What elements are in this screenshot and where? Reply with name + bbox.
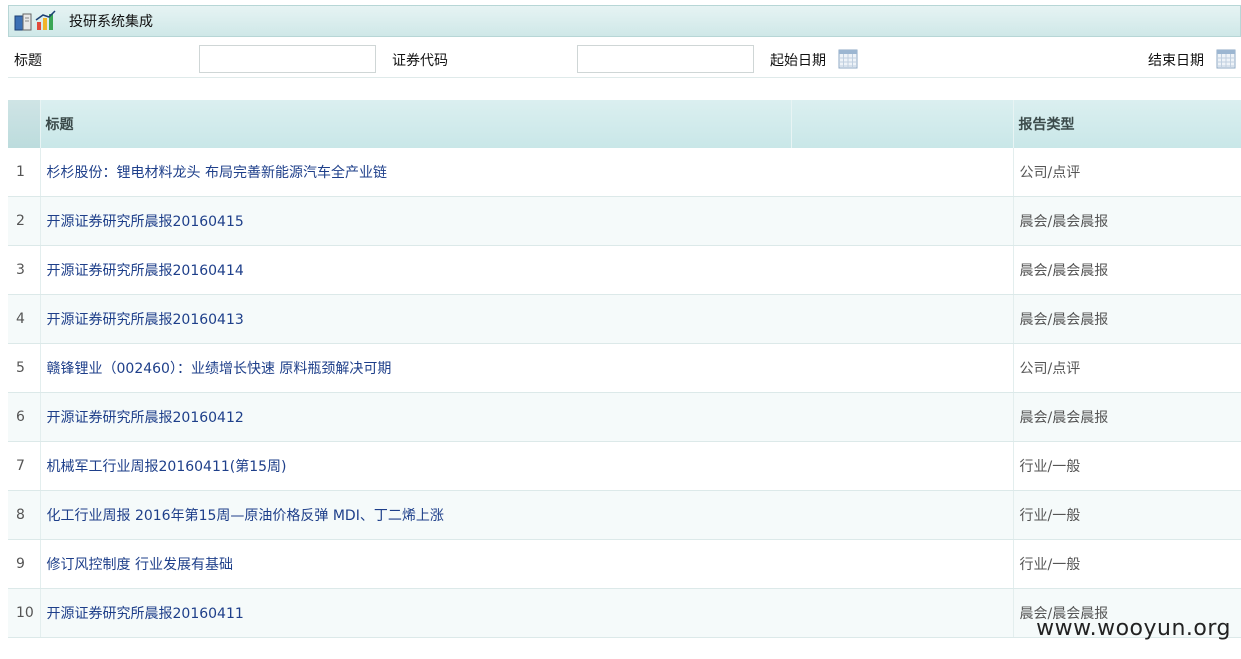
row-number: 10 <box>8 588 41 638</box>
row-number: 2 <box>8 196 41 246</box>
row-number: 3 <box>8 245 41 295</box>
report-title-link[interactable]: 杉杉股份：锂电材料龙头 布局完善新能源汽车全产业链 <box>40 148 1014 197</box>
title-filter-input[interactable] <box>199 45 376 73</box>
row-number: 6 <box>8 392 41 442</box>
type-column-header[interactable]: 报告类型 <box>1013 100 1241 148</box>
table-body: 1 杉杉股份：锂电材料龙头 布局完善新能源汽车全产业链 公司/点评 2 开源证券研究所晨… <box>8 148 1241 638</box>
report-type: 行业/一般 <box>1013 490 1241 540</box>
code-filter-input[interactable] <box>577 45 754 73</box>
table-row[interactable]: 1 杉杉股份：锂电材料龙头 布局完善新能源汽车全产业链 公司/点评 <box>8 148 1241 197</box>
books-chart-icon <box>14 10 56 31</box>
report-type: 公司/点评 <box>1013 343 1241 393</box>
row-number: 7 <box>8 441 41 491</box>
table-row[interactable]: 8 化工行业周报 2016年第15周—原油价格反弹 MDI、丁二烯上涨 行业/一般 <box>8 490 1241 540</box>
report-type: 行业/一般 <box>1013 539 1241 589</box>
row-number: 4 <box>8 294 41 344</box>
report-type: 行业/一般 <box>1013 441 1241 491</box>
report-title-link[interactable]: 修订风控制度 行业发展有基础 <box>40 539 1014 589</box>
report-title-link[interactable]: 开源证券研究所晨报20160415 <box>40 196 1014 246</box>
code-filter-label: 证券代码 <box>392 53 448 69</box>
report-type: 晨会/晨会晨报 <box>1013 294 1241 344</box>
row-number: 9 <box>8 539 41 589</box>
row-number: 1 <box>8 148 41 197</box>
table-row[interactable]: 6 开源证券研究所晨报20160412 晨会/晨会晨报 <box>8 392 1241 442</box>
start-date-label: 起始日期 <box>770 53 826 69</box>
app-title: 投研系统集成 <box>69 14 153 30</box>
spacer-column-header <box>791 100 1014 148</box>
row-number-header <box>8 100 41 148</box>
report-title-link[interactable]: 开源证券研究所晨报20160413 <box>40 294 1014 344</box>
table-header-row: 标题 报告类型 <box>8 100 1241 148</box>
table-row[interactable]: 5 赣锋锂业（002460）：业绩增长快速 原料瓶颈解决可期 公司/点评 <box>8 343 1241 393</box>
app-titlebar: 投研系统集成 <box>8 5 1241 37</box>
report-type: 晨会/晨会晨报 <box>1013 196 1241 246</box>
start-date-calendar-icon[interactable] <box>838 49 858 69</box>
report-type: 晨会/晨会晨报 <box>1013 392 1241 442</box>
title-column-header[interactable]: 标题 <box>40 100 792 148</box>
table-row[interactable]: 2 开源证券研究所晨报20160415 晨会/晨会晨报 <box>8 196 1241 246</box>
end-date-label: 结束日期 <box>1148 53 1204 69</box>
report-title-link[interactable]: 开源证券研究所晨报20160412 <box>40 392 1014 442</box>
report-title-link[interactable]: 开源证券研究所晨报20160411 <box>40 588 1014 638</box>
report-table: 标题 报告类型 1 杉杉股份：锂电材料龙头 布局完善新能源汽车全产业链 公司/点评 2… <box>8 100 1241 638</box>
report-type: 公司/点评 <box>1013 148 1241 197</box>
report-title-link[interactable]: 赣锋锂业（002460）：业绩增长快速 原料瓶颈解决可期 <box>40 343 1014 393</box>
table-row[interactable]: 3 开源证券研究所晨报20160414 晨会/晨会晨报 <box>8 245 1241 295</box>
filter-bar: 标题 证券代码 起始日期 结束日期 <box>8 40 1241 78</box>
report-title-link[interactable]: 机械军工行业周报20160411(第15周) <box>40 441 1014 491</box>
report-title-link[interactable]: 开源证券研究所晨报20160414 <box>40 245 1014 295</box>
report-title-link[interactable]: 化工行业周报 2016年第15周—原油价格反弹 MDI、丁二烯上涨 <box>40 490 1014 540</box>
watermark: www.wooyun.org <box>1036 616 1231 641</box>
report-type: 晨会/晨会晨报 <box>1013 245 1241 295</box>
row-number: 5 <box>8 343 41 393</box>
end-date-calendar-icon[interactable] <box>1216 49 1236 69</box>
table-row[interactable]: 4 开源证券研究所晨报20160413 晨会/晨会晨报 <box>8 294 1241 344</box>
table-row[interactable]: 9 修订风控制度 行业发展有基础 行业/一般 <box>8 539 1241 589</box>
table-row[interactable]: 7 机械军工行业周报20160411(第15周) 行业/一般 <box>8 441 1241 491</box>
row-number: 8 <box>8 490 41 540</box>
title-filter-label: 标题 <box>14 53 42 69</box>
